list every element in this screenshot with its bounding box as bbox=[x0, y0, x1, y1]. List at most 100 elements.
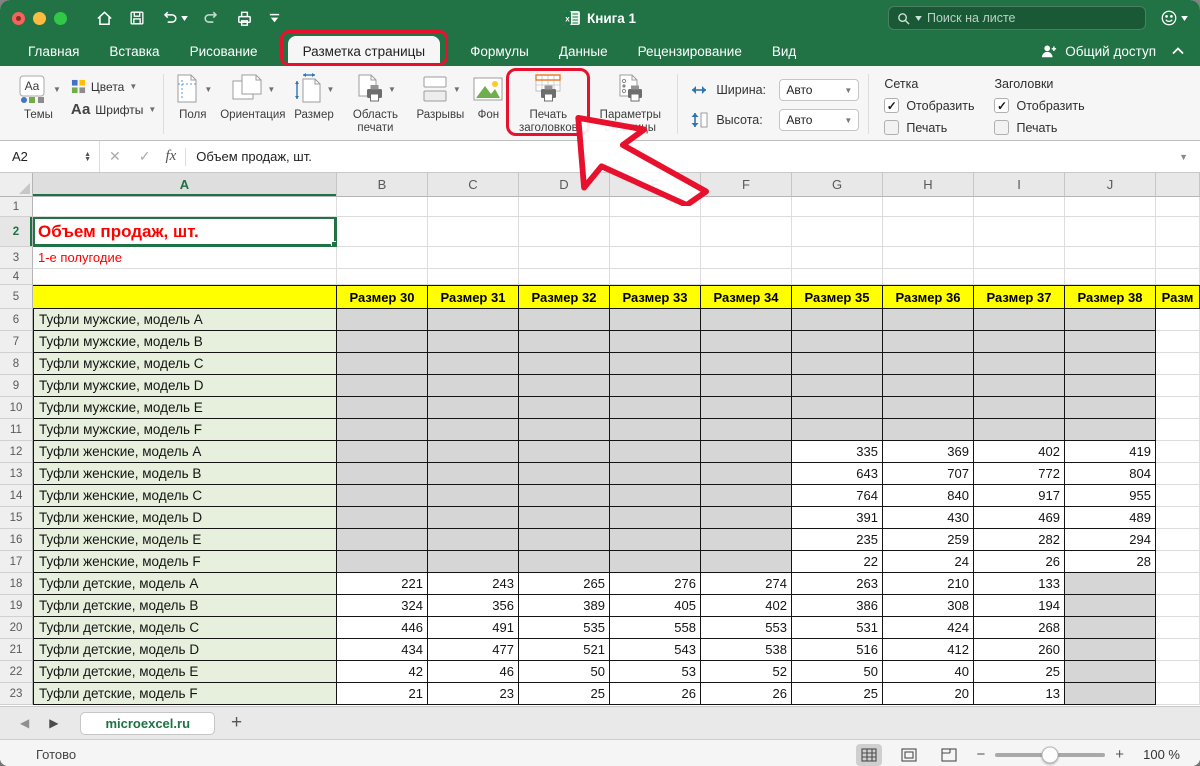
data-cell[interactable]: 356 bbox=[428, 595, 519, 617]
data-cell[interactable]: 133 bbox=[974, 573, 1065, 595]
data-cell[interactable]: 531 bbox=[792, 617, 883, 639]
data-cell[interactable]: 489 bbox=[1065, 507, 1156, 529]
data-cell[interactable] bbox=[701, 507, 792, 529]
data-cell[interactable] bbox=[428, 463, 519, 485]
tab-formuly[interactable]: Формулы bbox=[470, 36, 529, 66]
data-cell[interactable] bbox=[701, 463, 792, 485]
cell-E1[interactable] bbox=[610, 197, 701, 217]
data-cell[interactable] bbox=[610, 529, 701, 551]
size-header-cell[interactable]: Размер 37 bbox=[974, 285, 1065, 309]
cell-A1[interactable] bbox=[33, 197, 337, 217]
data-cell[interactable] bbox=[883, 397, 974, 419]
data-cell[interactable]: 764 bbox=[792, 485, 883, 507]
data-cell[interactable] bbox=[883, 309, 974, 331]
cell-partial-1[interactable] bbox=[1156, 197, 1200, 217]
row-header-22[interactable]: 22 bbox=[0, 661, 33, 683]
minimize-window-button[interactable] bbox=[33, 12, 46, 25]
row-label-cell-16[interactable]: Туфли женские, модель E bbox=[33, 529, 337, 551]
data-cell[interactable] bbox=[337, 485, 428, 507]
cell-F4[interactable] bbox=[701, 269, 792, 285]
size-header-partial[interactable]: Разм bbox=[1156, 285, 1200, 309]
insert-function-icon[interactable]: fx bbox=[165, 148, 176, 165]
row-label-cell-18[interactable]: Туфли детские, модель A bbox=[33, 573, 337, 595]
data-cell[interactable]: 25 bbox=[974, 661, 1065, 683]
cell-partial-3[interactable] bbox=[1156, 247, 1200, 269]
feedback-control[interactable] bbox=[1160, 9, 1188, 27]
data-cell[interactable]: 221 bbox=[337, 573, 428, 595]
cell-C2[interactable] bbox=[428, 217, 519, 247]
data-cell[interactable] bbox=[1065, 661, 1156, 683]
column-header-D[interactable]: D bbox=[519, 173, 610, 197]
name-box-stepper[interactable]: ▲▼ bbox=[84, 152, 91, 162]
data-cell[interactable] bbox=[337, 397, 428, 419]
size-button[interactable]: ▼ Размер bbox=[294, 71, 335, 122]
home-icon[interactable] bbox=[95, 9, 114, 28]
data-cell[interactable]: 294 bbox=[1065, 529, 1156, 551]
data-cell[interactable] bbox=[337, 441, 428, 463]
data-cell[interactable] bbox=[610, 353, 701, 375]
data-cell[interactable] bbox=[428, 551, 519, 573]
column-header-I[interactable]: I bbox=[974, 173, 1065, 197]
row-label-cell-17[interactable]: Туфли женские, модель F bbox=[33, 551, 337, 573]
cell-A3[interactable]: 1-е полугодие bbox=[33, 247, 337, 269]
data-cell[interactable]: 707 bbox=[883, 463, 974, 485]
data-cell[interactable]: 389 bbox=[519, 595, 610, 617]
data-cell[interactable] bbox=[428, 375, 519, 397]
data-cell[interactable]: 391 bbox=[792, 507, 883, 529]
row-header-17[interactable]: 17 bbox=[0, 551, 33, 573]
cell-B2[interactable] bbox=[337, 217, 428, 247]
row-label-cell-12[interactable]: Туфли женские, модель A bbox=[33, 441, 337, 463]
cell-D3[interactable] bbox=[519, 247, 610, 269]
data-cell[interactable] bbox=[337, 309, 428, 331]
data-cell[interactable] bbox=[792, 375, 883, 397]
data-cell[interactable]: 24 bbox=[883, 551, 974, 573]
data-cell[interactable] bbox=[337, 551, 428, 573]
data-cell[interactable] bbox=[701, 353, 792, 375]
enter-icon[interactable]: ✓ bbox=[139, 148, 151, 165]
data-cell[interactable]: 25 bbox=[519, 683, 610, 705]
themes-button[interactable]: Aa ▼ Темы bbox=[16, 71, 61, 122]
data-cell[interactable] bbox=[1065, 595, 1156, 617]
data-cell[interactable] bbox=[428, 331, 519, 353]
data-cell[interactable] bbox=[519, 375, 610, 397]
data-cell[interactable]: 308 bbox=[883, 595, 974, 617]
zoom-slider[interactable] bbox=[995, 753, 1105, 757]
print-area-button[interactable]: ▼ Область печати bbox=[342, 71, 408, 135]
row-label-cell-21[interactable]: Туфли детские, модель D bbox=[33, 639, 337, 661]
data-cell[interactable] bbox=[701, 419, 792, 441]
next-sheet-icon[interactable]: ▶ bbox=[49, 716, 58, 730]
row-header-2[interactable]: 2 bbox=[0, 217, 33, 247]
row-label-cell-8[interactable]: Туфли мужские, модель C bbox=[33, 353, 337, 375]
zoom-out-icon[interactable]: − bbox=[976, 746, 985, 763]
data-cell[interactable]: 210 bbox=[883, 573, 974, 595]
data-cell[interactable] bbox=[792, 353, 883, 375]
page-break-view-button[interactable] bbox=[936, 744, 962, 766]
data-cell[interactable] bbox=[1065, 331, 1156, 353]
row-header-5[interactable]: 5 bbox=[0, 285, 33, 309]
cell-B3[interactable] bbox=[337, 247, 428, 269]
cell-C3[interactable] bbox=[428, 247, 519, 269]
data-cell[interactable] bbox=[701, 309, 792, 331]
row-label-cell-23[interactable]: Туфли детские, модель F bbox=[33, 683, 337, 705]
previous-sheet-icon[interactable]: ◀ bbox=[20, 716, 29, 730]
row-header-8[interactable]: 8 bbox=[0, 353, 33, 375]
cell-I1[interactable] bbox=[974, 197, 1065, 217]
data-cell[interactable]: 402 bbox=[974, 441, 1065, 463]
data-cell[interactable]: 21 bbox=[337, 683, 428, 705]
cell-partial-20[interactable] bbox=[1156, 617, 1200, 639]
data-cell[interactable] bbox=[1065, 683, 1156, 705]
data-cell[interactable] bbox=[428, 529, 519, 551]
data-cell[interactable]: 434 bbox=[337, 639, 428, 661]
data-cell[interactable] bbox=[701, 529, 792, 551]
data-cell[interactable] bbox=[428, 309, 519, 331]
data-cell[interactable] bbox=[974, 375, 1065, 397]
cell-G2[interactable] bbox=[792, 217, 883, 247]
data-cell[interactable] bbox=[519, 419, 610, 441]
cancel-icon[interactable]: ✕ bbox=[109, 148, 121, 165]
data-cell[interactable]: 26 bbox=[974, 551, 1065, 573]
data-cell[interactable] bbox=[337, 419, 428, 441]
column-header-J[interactable]: J bbox=[1065, 173, 1156, 197]
row-label-cell-20[interactable]: Туфли детские, модель C bbox=[33, 617, 337, 639]
column-header-G[interactable]: G bbox=[792, 173, 883, 197]
normal-view-button[interactable] bbox=[856, 744, 882, 766]
